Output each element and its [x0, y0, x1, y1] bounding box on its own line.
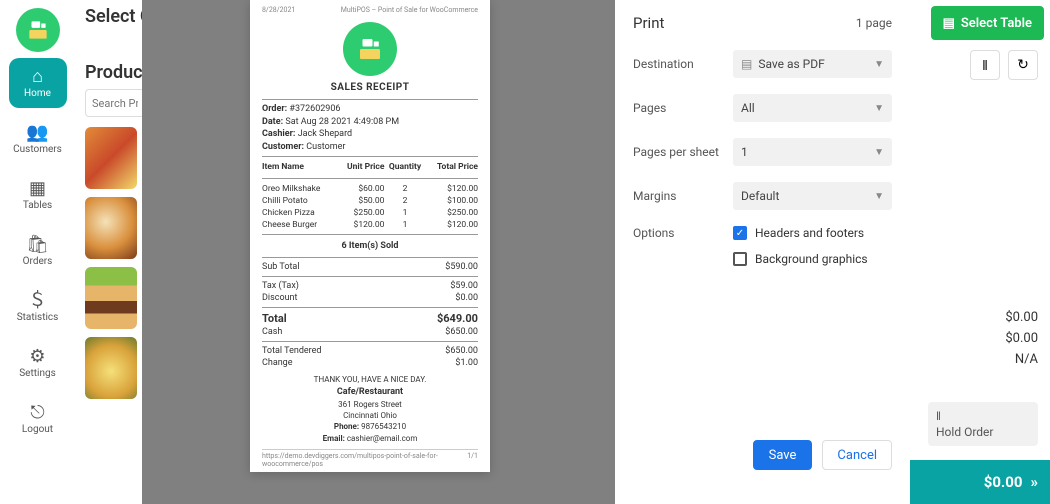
- receipt-store: Cafe/Restaurant 361 Rogers Street Cincin…: [262, 386, 478, 443]
- sidebar-item-label: Customers: [13, 144, 62, 155]
- receipt-logo: [343, 22, 397, 76]
- select-table-button[interactable]: ▤ Select Table: [931, 6, 1044, 40]
- cart-totals: $0.00 $0.00 N/A: [1005, 310, 1038, 367]
- app-logo: [16, 8, 60, 52]
- table-row: Chicken Pizza$250.001$250.00: [262, 207, 478, 219]
- pay-button[interactable]: $0.00 »: [910, 460, 1050, 504]
- search-input[interactable]: [85, 89, 145, 117]
- col-total: Total Price: [426, 160, 478, 174]
- sidebar-item-home[interactable]: ⌂ Home: [9, 58, 67, 108]
- sidebar: ⌂ Home 👥 Customers ▦ Tables 🛍 Orders ＄ S…: [0, 0, 75, 504]
- cancel-button[interactable]: Cancel: [822, 440, 892, 470]
- sidebar-item-logout[interactable]: ⎋ Logout: [9, 394, 67, 444]
- receipt-meta: Order: #372602906 Date: Sat Aug 28 2021 …: [262, 103, 478, 153]
- col-qty: Quantity: [384, 160, 425, 174]
- label-margins: Margins: [633, 189, 733, 203]
- sidebar-item-settings[interactable]: ⚙ Settings: [9, 338, 67, 388]
- print-title: Print: [633, 14, 664, 32]
- refresh-icon: ↻: [1017, 57, 1029, 73]
- headers-footers-checkbox[interactable]: ✓ Headers and footers: [733, 226, 892, 240]
- background-graphics-checkbox[interactable]: Background graphics: [733, 252, 892, 266]
- pages-select[interactable]: All ▼: [733, 94, 892, 122]
- receipt-footer-url: https://demo.devdiggers.com/multipos-poi…: [262, 452, 467, 468]
- receipt-thanks: THANK YOU, HAVE A NICE DAY.: [262, 375, 478, 384]
- pos-register-icon: [355, 34, 385, 64]
- col-unit: Unit Price: [337, 160, 385, 174]
- sidebar-item-customers[interactable]: 👥 Customers: [9, 114, 67, 164]
- items-sold: 6 Item(s) Sold: [262, 238, 478, 254]
- chevrons-right-icon: »: [1031, 473, 1039, 491]
- table-icon: ▤: [943, 16, 955, 31]
- pause-icon: ‖: [982, 57, 988, 74]
- customers-icon: 👥: [26, 124, 48, 142]
- table-row: Cheese Burger$120.001$120.00: [262, 219, 478, 231]
- receipt-items-table: Item Name Unit Price Quantity Total Pric…: [262, 160, 478, 231]
- chevron-down-icon: ▼: [874, 147, 884, 158]
- pause-icon: ‖: [936, 409, 1030, 423]
- receipt-preview: 8/28/2021 MultiPOS – Point of Sale for W…: [250, 0, 490, 472]
- sidebar-item-statistics[interactable]: ＄ Statistics: [9, 282, 67, 332]
- sidebar-item-orders[interactable]: 🛍 Orders: [9, 226, 67, 276]
- receipt-brand: MultiPOS – Point of Sale for WooCommerce: [341, 6, 478, 14]
- sidebar-item-label: Logout: [22, 424, 53, 435]
- product-tile[interactable]: [85, 127, 137, 189]
- save-button[interactable]: Save: [753, 440, 813, 470]
- total-line: $0.00: [1005, 310, 1038, 325]
- label-pages: Pages: [633, 101, 733, 115]
- statistics-icon: ＄: [29, 292, 47, 310]
- product-tile[interactable]: [85, 267, 137, 329]
- pos-register-icon: [25, 17, 51, 43]
- hold-order-label: Hold Order: [936, 425, 1030, 439]
- print-dialog: Print 1 page Destination ▤Save as PDF ▼ …: [615, 0, 910, 504]
- product-tile[interactable]: [85, 337, 137, 399]
- table-row: Oreo Milkshake$60.002$120.00: [262, 183, 478, 195]
- chevron-down-icon: ▼: [874, 103, 884, 114]
- label-options: Options: [633, 226, 733, 240]
- sidebar-item-label: Statistics: [17, 312, 59, 323]
- print-page-count: 1 page: [856, 16, 892, 30]
- total-line: N/A: [1005, 352, 1038, 367]
- label-pages-per-sheet: Pages per sheet: [633, 145, 733, 159]
- hold-order-button[interactable]: ‖ Hold Order: [928, 402, 1038, 446]
- margins-select[interactable]: Default ▼: [733, 182, 892, 210]
- sidebar-item-label: Tables: [23, 200, 52, 211]
- table-row: Chilli Potato$50.002$100.00: [262, 195, 478, 207]
- pay-amount: $0.00: [984, 473, 1023, 491]
- sidebar-item-tables[interactable]: ▦ Tables: [9, 170, 67, 220]
- checkbox-checked-icon: ✓: [733, 226, 747, 240]
- sidebar-item-label: Settings: [19, 368, 56, 379]
- receipt-date: 8/28/2021: [262, 6, 295, 14]
- pause-button[interactable]: ‖: [970, 50, 1000, 80]
- label-destination: Destination: [633, 57, 733, 71]
- refresh-button[interactable]: ↻: [1008, 50, 1038, 80]
- tables-icon: ▦: [29, 180, 46, 198]
- chevron-down-icon: ▼: [874, 59, 884, 70]
- checkbox-unchecked-icon: [733, 252, 747, 266]
- chevron-down-icon: ▼: [874, 191, 884, 202]
- home-icon: ⌂: [32, 68, 43, 86]
- pages-per-sheet-select[interactable]: 1 ▼: [733, 138, 892, 166]
- col-name: Item Name: [262, 160, 337, 174]
- destination-select[interactable]: ▤Save as PDF ▼: [733, 50, 892, 78]
- cart-panel: ▤ Select Table ‖ ↻ $0.00 $0.00 N/A ‖ Hol…: [910, 0, 1050, 504]
- receipt-title: SALES RECEIPT: [262, 82, 478, 93]
- receipt-footer-page: 1/1: [467, 452, 478, 468]
- sidebar-item-label: Orders: [23, 256, 53, 267]
- sidebar-item-label: Home: [24, 88, 51, 99]
- orders-icon: 🛍: [26, 236, 49, 254]
- product-tile[interactable]: [85, 197, 137, 259]
- total-line: $0.00: [1005, 331, 1038, 346]
- settings-icon: ⚙: [29, 348, 45, 366]
- logout-icon: ⎋: [30, 404, 44, 422]
- pdf-icon: ▤: [741, 57, 752, 71]
- select-table-label: Select Table: [961, 16, 1032, 31]
